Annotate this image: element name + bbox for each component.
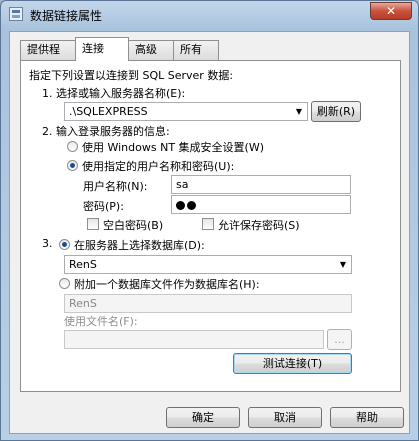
radio-attach-file[interactable] — [59, 278, 70, 289]
intro-text: 指定下列设置以连接到 SQL Server 数据: — [29, 69, 234, 82]
tab-advanced[interactable]: 高级 — [128, 40, 174, 60]
step1-label: 1. 选择或输入服务器名称(E): — [42, 87, 186, 100]
step3-number: 3. — [42, 237, 53, 250]
blank-password-label: 空白密码(B) — [103, 219, 164, 232]
radio-attach-file-label: 附加一个数据库文件作为数据库名(H): — [74, 278, 260, 291]
title-bar: 数据链接属性 ✕ — [1, 1, 418, 29]
password-mask-dot — [187, 200, 196, 210]
window-title: 数据链接属性 — [30, 9, 103, 23]
use-filename-label: 使用文件名(F): — [64, 315, 138, 328]
radio-sql-auth-label: 使用指定的用户名称和密码(U): — [82, 160, 235, 173]
database-combo[interactable]: RenS ▼ — [64, 255, 352, 274]
password-field[interactable] — [171, 195, 351, 214]
test-connection-button[interactable]: 测试连接(T) — [233, 353, 352, 374]
attach-db-name-field[interactable]: RenS — [64, 294, 352, 313]
server-name-combo[interactable]: .\SQLEXPRESS ▼ — [64, 102, 308, 121]
refresh-button[interactable]: 刷新(R) — [311, 101, 361, 122]
filename-field[interactable] — [64, 330, 324, 349]
close-button[interactable]: ✕ — [370, 2, 412, 20]
browse-button[interactable]: ... — [327, 329, 352, 350]
close-icon: ✕ — [385, 4, 397, 18]
username-label: 用户名称(N): — [83, 180, 148, 193]
radio-sql-auth[interactable] — [67, 160, 78, 171]
blank-password-checkbox[interactable] — [87, 218, 99, 230]
password-label: 密码(P): — [83, 200, 124, 213]
radio-windows-auth-label: 使用 Windows NT 集成安全设置(W) — [82, 141, 264, 154]
ok-button[interactable]: 确定 — [166, 407, 240, 428]
dialog-client: 提供程序 连接 高级 所有 指定下列设置以连接到 SQL Server 数据: … — [9, 31, 410, 434]
tab-provider[interactable]: 提供程序 — [20, 40, 76, 74]
server-name-value: .\SQLEXPRESS — [69, 105, 148, 118]
allow-save-password-label: 允许保存密码(S) — [218, 219, 300, 232]
database-value: RenS — [69, 258, 97, 271]
help-button[interactable]: 帮助 — [330, 407, 404, 428]
radio-select-database-label: 在服务器上选择数据库(D): — [74, 239, 205, 252]
chevron-down-icon[interactable]: ▼ — [291, 103, 307, 120]
step2-label: 2. 输入登录服务器的信息: — [42, 125, 170, 138]
dialog-window: 数据链接属性 ✕ 提供程序 连接 高级 所有 指定下列设置以连接到 SQL Se… — [0, 0, 419, 441]
radio-windows-auth[interactable] — [67, 141, 78, 152]
chevron-down-icon[interactable]: ▼ — [335, 256, 351, 273]
connection-panel: 指定下列设置以连接到 SQL Server 数据: 1. 选择或输入服务器名称(… — [20, 60, 401, 392]
username-field[interactable]: sa — [171, 175, 351, 194]
tab-connection[interactable]: 连接 — [75, 37, 129, 61]
cancel-button[interactable]: 取消 — [248, 407, 322, 428]
password-mask-dot — [176, 200, 185, 210]
tab-all[interactable]: 所有 — [173, 40, 219, 60]
data-link-icon — [9, 7, 23, 21]
allow-save-password-checkbox[interactable] — [202, 218, 214, 230]
radio-select-database[interactable] — [59, 239, 70, 250]
